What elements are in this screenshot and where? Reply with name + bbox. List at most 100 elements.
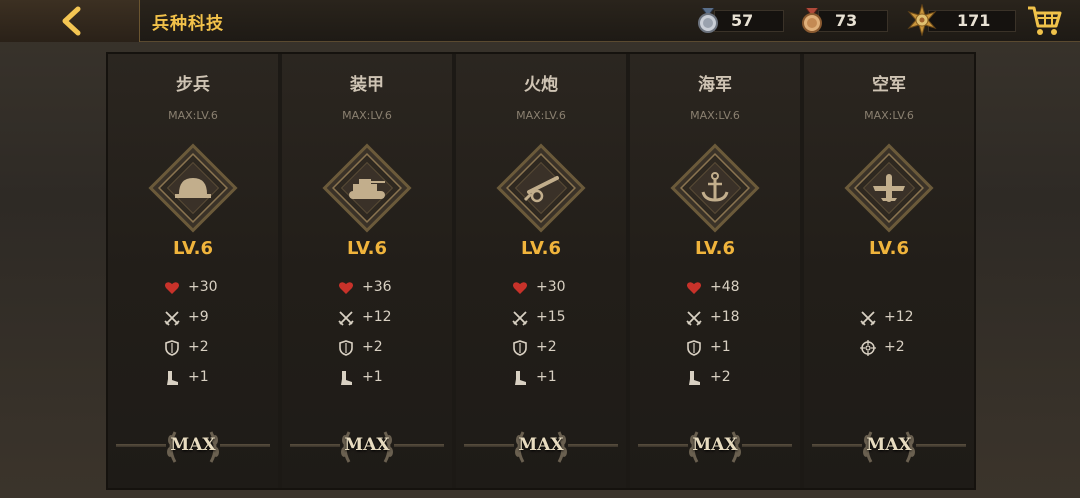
stat-speed: +1	[456, 368, 626, 388]
max-badge-label: MAX	[518, 435, 564, 455]
stat-attack: +12	[282, 308, 452, 328]
stat-attack: +9	[108, 308, 278, 328]
stat-defense: +2	[282, 338, 452, 358]
branch-name: 火炮	[524, 75, 558, 95]
stat-defense: +2	[456, 338, 626, 358]
stat-attack: +12	[804, 308, 974, 328]
max-badge: MAX	[116, 426, 270, 466]
branch-name: 海军	[698, 75, 732, 95]
stat-defense: +2	[108, 338, 278, 358]
stat-value: +12	[362, 309, 392, 325]
branch-max-level: MAX:LV.6	[864, 109, 914, 122]
max-badge-label: MAX	[692, 435, 738, 455]
stat-value: +2	[188, 339, 209, 355]
stat-hp: +36	[282, 278, 452, 298]
crosshair-icon	[860, 340, 876, 356]
stat-value: +48	[710, 279, 740, 295]
crossed-swords-icon	[164, 311, 180, 326]
airplane-icon	[844, 143, 934, 233]
stat-value: +2	[362, 339, 383, 355]
max-badge: MAX	[638, 426, 792, 466]
stat-value: +2	[710, 369, 731, 385]
max-badge: MAX	[290, 426, 444, 466]
stat-defense: +1	[630, 338, 800, 358]
stat-speed: +1	[282, 368, 452, 388]
max-badge: MAX	[464, 426, 618, 466]
shield-icon	[687, 340, 701, 356]
shield-icon	[513, 340, 527, 356]
stat-value: +18	[710, 309, 740, 325]
artillery-icon	[496, 143, 586, 233]
branch-card-artillery[interactable]: 火炮 MAX:LV.6 LV.6 +30 +15 +2 +1 MAX	[456, 54, 626, 488]
branch-max-level: MAX:LV.6	[342, 109, 392, 122]
branch-level: LV.6	[347, 238, 387, 259]
branch-max-level: MAX:LV.6	[690, 109, 740, 122]
stat-hp: +30	[456, 278, 626, 298]
stat-value: +1	[536, 369, 557, 385]
back-button[interactable]	[0, 0, 140, 42]
branch-card-airforce[interactable]: 空军 MAX:LV.6 LV.6 +12 +2 MAX	[804, 54, 974, 488]
helmet-icon	[148, 143, 238, 233]
branch-max-level: MAX:LV.6	[516, 109, 566, 122]
crossed-swords-icon	[860, 311, 876, 326]
top-bar: 兵种科技 57 73 171	[0, 0, 1080, 42]
stat-value: +30	[188, 279, 218, 295]
branch-card-infantry[interactable]: 步兵 MAX:LV.6 LV.6 +30 +9 +2 +1 MAX	[108, 54, 278, 488]
crossed-swords-icon	[686, 311, 702, 326]
branch-level: LV.6	[173, 238, 213, 259]
branch-tech-panel: 步兵 MAX:LV.6 LV.6 +30 +9 +2 +1 MAX 装甲 MAX…	[108, 54, 974, 488]
resource-silver: 57	[694, 6, 786, 34]
stat-hp: +30	[108, 278, 278, 298]
branch-level: LV.6	[695, 238, 735, 259]
max-badge-label: MAX	[170, 435, 216, 455]
shield-icon	[165, 340, 179, 356]
resource-bronze-value: 73	[818, 10, 888, 32]
silver-medal-icon	[698, 7, 718, 33]
stat-attack: +18	[630, 308, 800, 328]
branch-card-navy[interactable]: 海军 MAX:LV.6 LV.6 +48 +18 +1 +2 MAX	[630, 54, 800, 488]
stat-value: +1	[362, 369, 383, 385]
stat-value: +1	[710, 339, 731, 355]
branch-card-armor[interactable]: 装甲 MAX:LV.6 LV.6 +36 +12 +2 +1 MAX	[282, 54, 452, 488]
tank-icon	[322, 143, 412, 233]
chevron-left-icon	[62, 6, 81, 36]
sun-badge-icon	[907, 4, 937, 36]
branch-name: 空军	[872, 75, 906, 95]
stat-value: +12	[884, 309, 914, 325]
heart-icon	[339, 282, 353, 294]
branch-name: 装甲	[350, 75, 384, 95]
shield-icon	[339, 340, 353, 356]
branch-max-level: MAX:LV.6	[168, 109, 218, 122]
stat-value: +36	[362, 279, 392, 295]
branch-level: LV.6	[521, 238, 561, 259]
heart-icon	[513, 282, 527, 294]
crossed-swords-icon	[338, 311, 354, 326]
bronze-medal-icon	[802, 7, 822, 33]
stat-value: +15	[536, 309, 566, 325]
page-title: 兵种科技	[152, 14, 224, 34]
resource-silver-value: 57	[714, 10, 784, 32]
branch-name: 步兵	[176, 75, 210, 95]
max-badge-label: MAX	[866, 435, 912, 455]
shopping-cart-icon[interactable]	[1026, 4, 1062, 38]
stat-value: +1	[188, 369, 209, 385]
stat-speed: +2	[630, 368, 800, 388]
stat-value: +30	[536, 279, 566, 295]
crossed-swords-icon	[512, 311, 528, 326]
resource-sun: 171	[907, 4, 1020, 36]
heart-icon	[687, 282, 701, 294]
boot-icon	[341, 371, 352, 385]
max-badge-label: MAX	[344, 435, 390, 455]
heart-icon	[165, 282, 179, 294]
stat-value: +2	[884, 339, 905, 355]
stat-attack: +15	[456, 308, 626, 328]
resource-sun-value: 171	[928, 10, 1016, 32]
stat-value: +2	[536, 339, 557, 355]
boot-icon	[689, 371, 700, 385]
branch-level: LV.6	[869, 238, 909, 259]
boot-icon	[515, 371, 526, 385]
stat-value: +9	[188, 309, 209, 325]
stat-speed: +1	[108, 368, 278, 388]
anchor-icon	[670, 143, 760, 233]
stat-hp: +48	[630, 278, 800, 298]
